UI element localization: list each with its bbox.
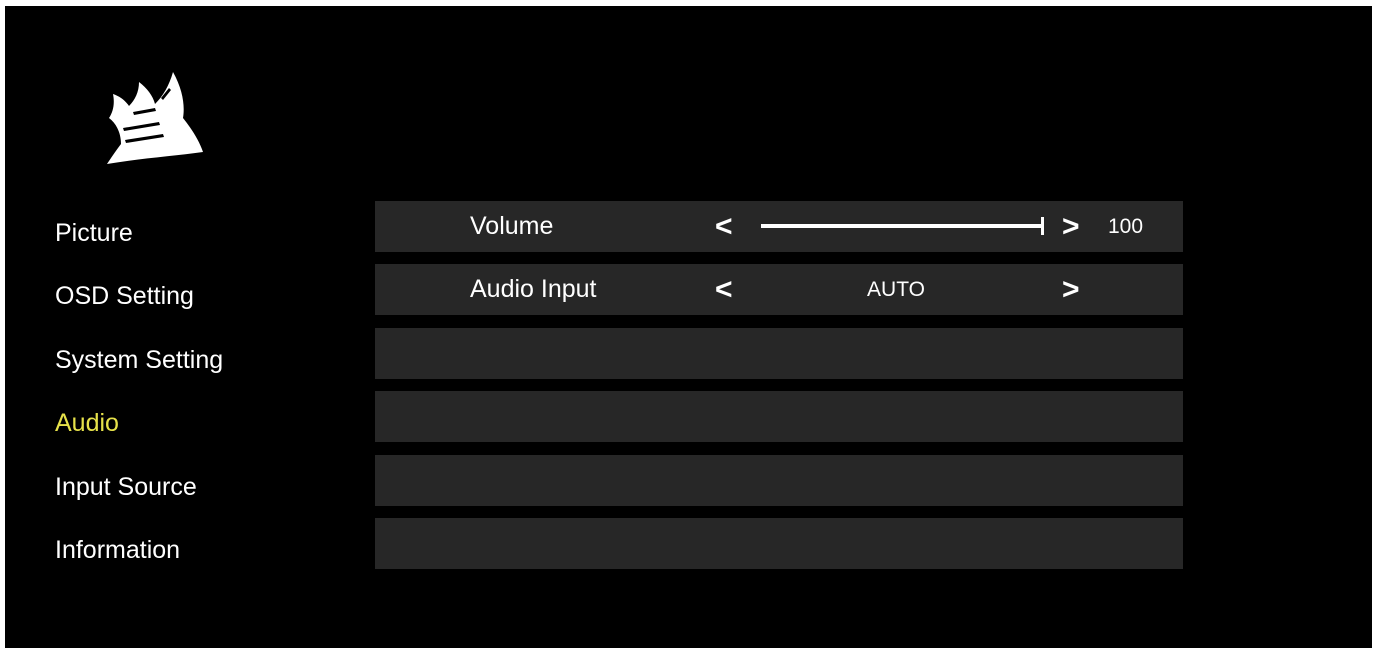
volume-decrease-arrow-icon[interactable]: < [715, 201, 733, 252]
volume-increase-arrow-icon[interactable]: > [1062, 201, 1080, 252]
menu-item-audio[interactable]: Audio [55, 392, 223, 455]
menu-item-picture[interactable]: Picture [55, 202, 223, 265]
empty-row [375, 391, 1183, 443]
menu-item-system-setting[interactable]: System Setting [55, 329, 223, 392]
menu-item-input-source[interactable]: Input Source [55, 456, 223, 519]
osd-screen: Picture OSD Setting System Setting Audio… [5, 6, 1372, 648]
volume-row[interactable]: Volume < > 100 [375, 201, 1183, 252]
audio-input-label: Audio Input [470, 275, 597, 304]
volume-slider[interactable] [761, 217, 1044, 235]
empty-row [375, 454, 1183, 506]
audio-input-next-arrow-icon[interactable]: > [1062, 264, 1080, 315]
audio-input-value: AUTO [867, 278, 925, 302]
volume-slider-fill [761, 224, 1044, 228]
menu-item-osd-setting[interactable]: OSD Setting [55, 265, 223, 328]
volume-label: Volume [470, 212, 554, 240]
empty-row [375, 517, 1183, 569]
volume-slider-thumb[interactable] [1041, 217, 1044, 235]
main-menu: Picture OSD Setting System Setting Audio… [55, 202, 223, 582]
audio-input-row[interactable]: Audio Input < AUTO > [375, 264, 1183, 316]
settings-panel: Volume < > 100 Audio Input < AUTO > [375, 201, 1183, 581]
corsair-logo-icon [107, 72, 203, 164]
volume-value: 100 [1108, 215, 1144, 238]
audio-input-prev-arrow-icon[interactable]: < [715, 264, 733, 315]
menu-item-information[interactable]: Information [55, 519, 223, 582]
empty-row [375, 327, 1183, 379]
